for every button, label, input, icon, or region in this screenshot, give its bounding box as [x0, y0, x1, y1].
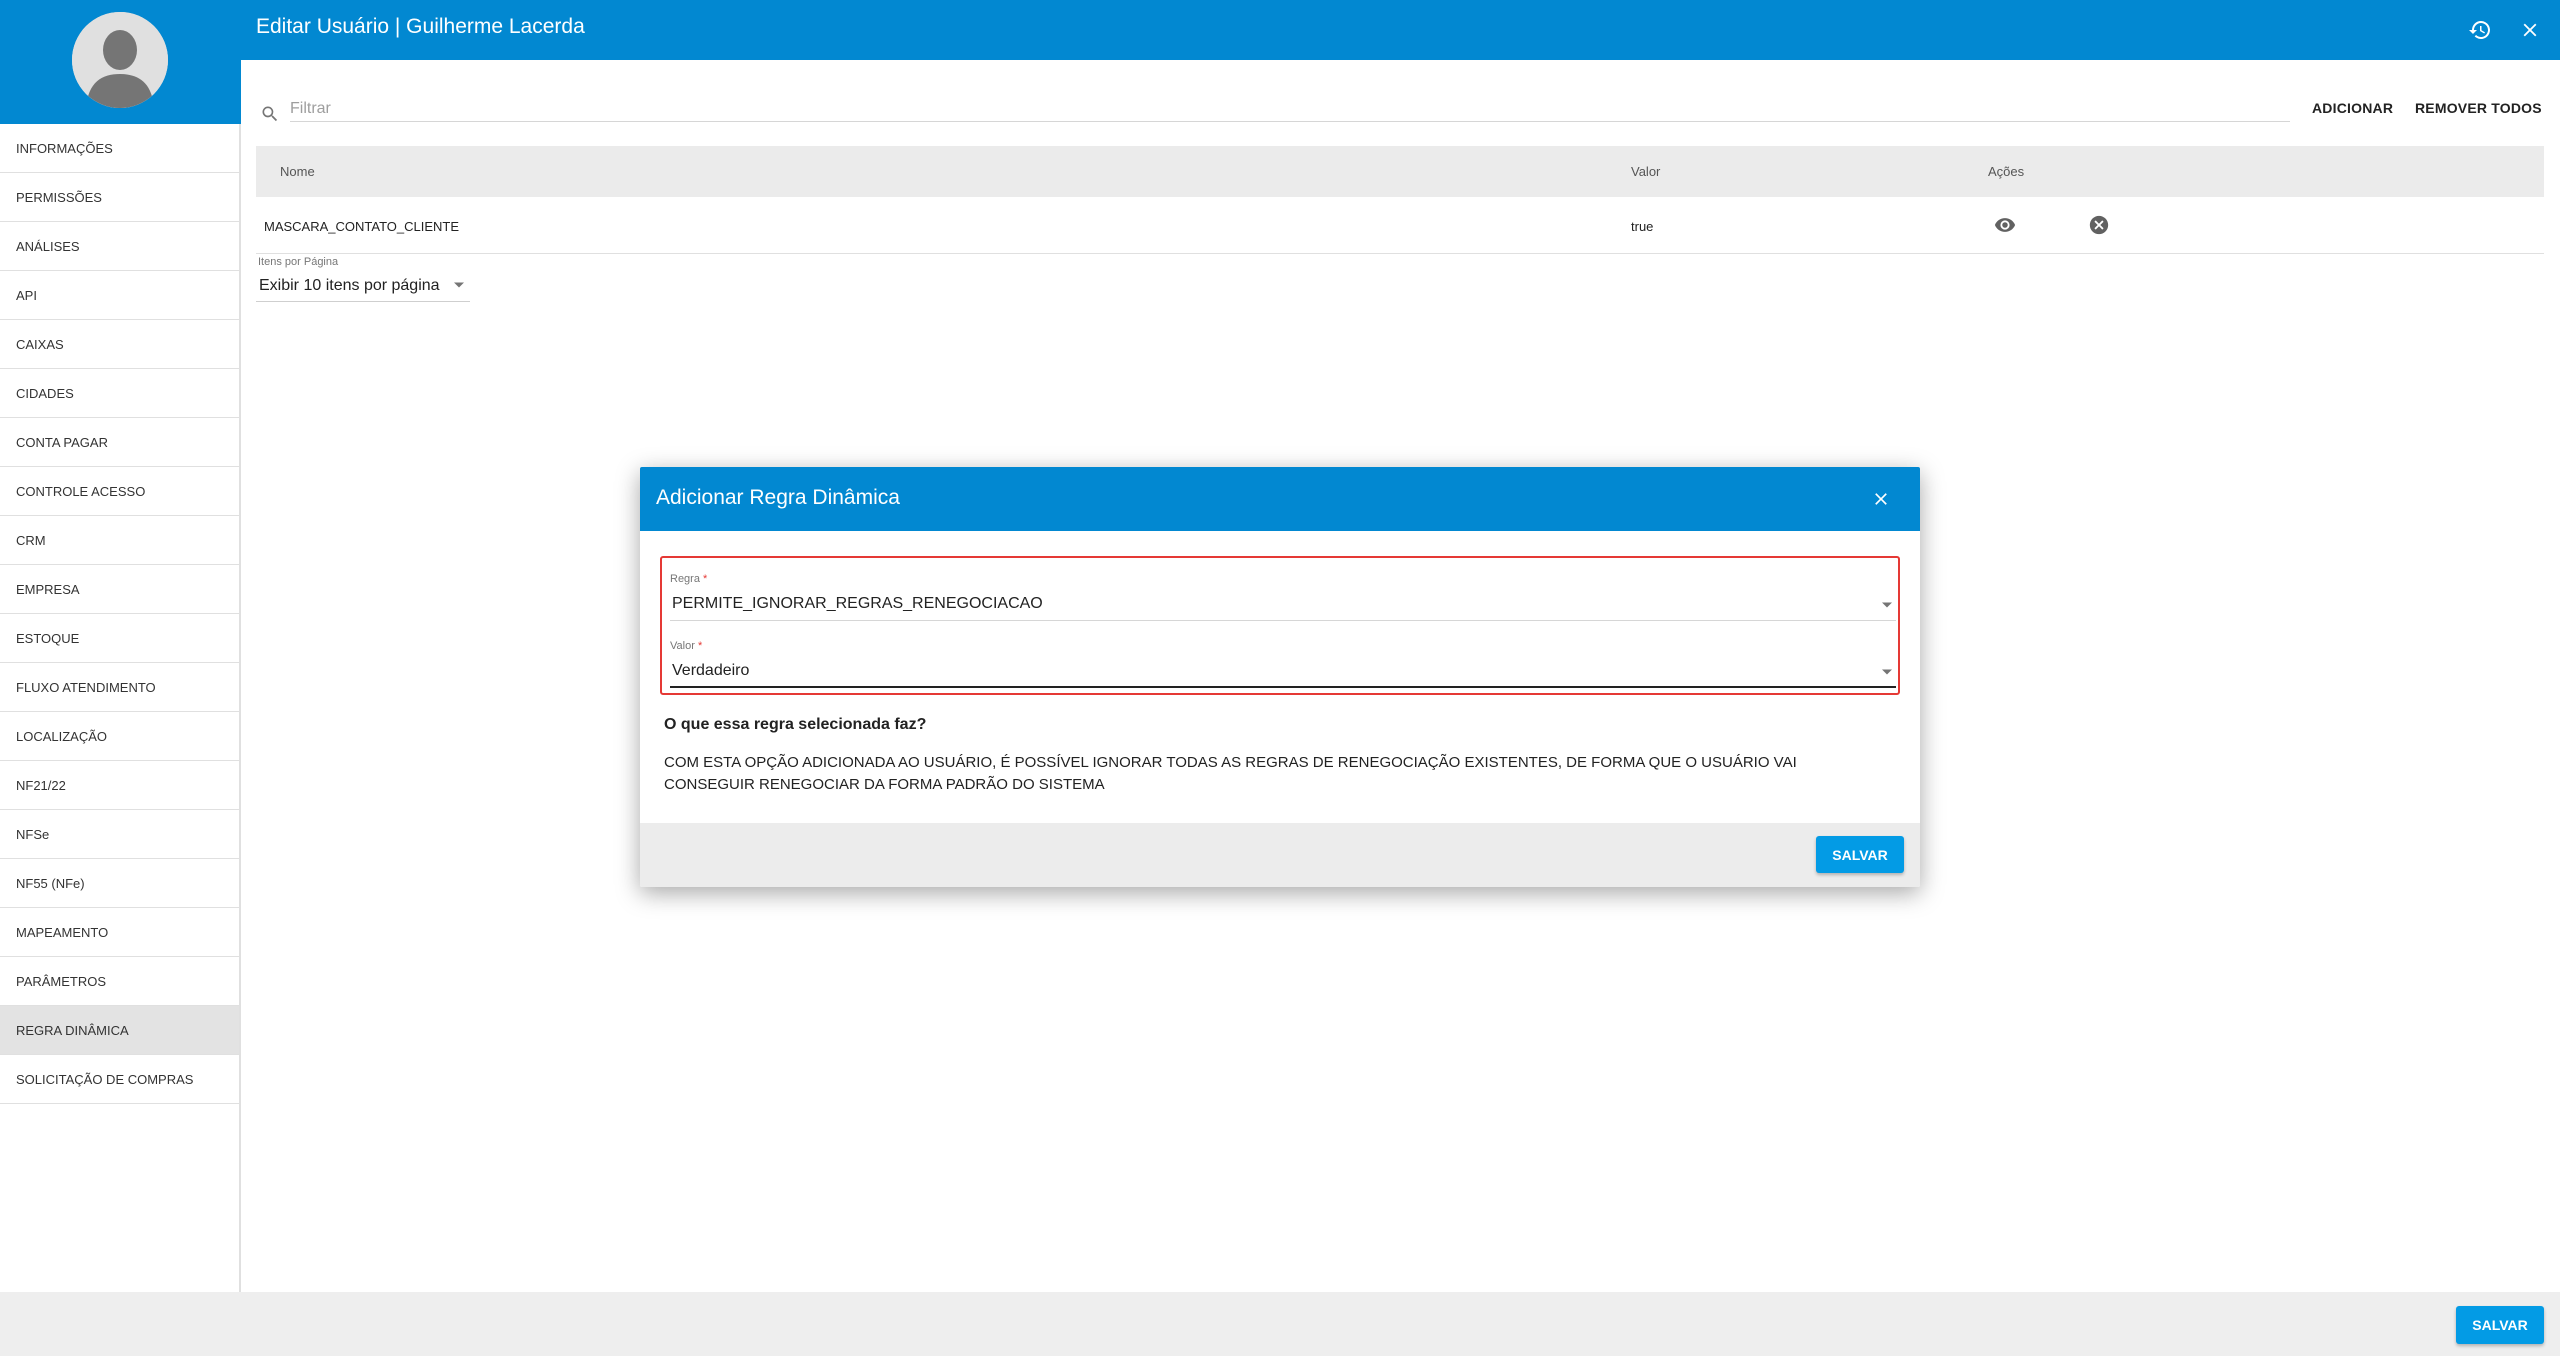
cell-name: MASCARA_CONTATO_CLIENTE	[264, 219, 460, 234]
dialog-footer: SALVAR	[640, 823, 1920, 887]
items-per-page-label: Itens por Página	[258, 256, 339, 268]
chevron-down-icon	[454, 282, 464, 288]
dialog-save-button[interactable]: SALVAR	[1816, 836, 1904, 873]
close-button[interactable]	[2514, 14, 2546, 46]
save-button[interactable]: SALVAR	[2456, 1306, 2544, 1344]
dialog-header: Adicionar Regra Dinâmica	[640, 467, 1920, 531]
sidebar-item-nfse[interactable]: NFSe	[0, 810, 239, 859]
add-rule-dialog: Adicionar Regra Dinâmica Regra * PERMITE…	[640, 467, 1920, 887]
table-header: Nome Valor Ações	[256, 146, 2544, 197]
sidebar-item-localizacao[interactable]: LOCALIZAÇÃO	[0, 712, 239, 761]
sidebar-menu: INFORMAÇÕES PERMISSÕES ANÁLISES API CAIX…	[0, 124, 239, 1104]
dialog-close-button[interactable]	[1867, 485, 1895, 513]
app-header: Editar Usuário | Guilherme Lacerda	[0, 0, 2560, 60]
rules-table: Nome Valor Ações MASCARA_CONTATO_CLIENTE…	[256, 146, 2544, 254]
filter-input[interactable]	[290, 96, 2290, 122]
search-icon	[262, 106, 278, 122]
sidebar-item-permissoes[interactable]: PERMISSÕES	[0, 173, 239, 222]
value-select[interactable]: Verdadeiro	[670, 656, 1896, 688]
value-label-text: Valor	[670, 640, 695, 652]
rule-select-value: PERMITE_IGNORAR_REGRAS_RENEGOCIACAO	[672, 595, 1043, 612]
eye-icon[interactable]	[1994, 214, 2016, 236]
rule-select[interactable]: PERMITE_IGNORAR_REGRAS_RENEGOCIACAO	[670, 589, 1896, 621]
sidebar-item-nf55[interactable]: NF55 (NFe)	[0, 859, 239, 908]
value-label: Valor *	[670, 640, 702, 652]
sidebar-item-nf21-22[interactable]: NF21/22	[0, 761, 239, 810]
column-header-acoes: Ações	[1988, 164, 2025, 179]
remove-circle-icon[interactable]	[2088, 214, 2110, 236]
sidebar-item-regra-dinamica[interactable]: REGRA DINÂMICA	[0, 1006, 239, 1055]
avatar	[72, 12, 168, 108]
sidebar-item-crm[interactable]: CRM	[0, 516, 239, 565]
sidebar: INFORMAÇÕES PERMISSÕES ANÁLISES API CAIX…	[0, 0, 241, 1292]
footer-bar: SALVAR	[0, 1292, 2560, 1356]
add-button[interactable]: ADICIONAR	[2312, 100, 2393, 116]
rule-fields-group: Regra * PERMITE_IGNORAR_REGRAS_RENEGOCIA…	[660, 556, 1900, 695]
column-header-nome[interactable]: Nome	[280, 164, 315, 179]
page-title: Editar Usuário | Guilherme Lacerda	[256, 15, 585, 38]
required-mark: *	[697, 640, 703, 652]
sidebar-item-solicitacao-compras[interactable]: SOLICITAÇÃO DE COMPRAS	[0, 1055, 239, 1104]
column-header-valor[interactable]: Valor	[1631, 164, 1660, 179]
items-per-page-select[interactable]: Exibir 10 itens por página	[256, 272, 470, 302]
rule-label-text: Regra	[670, 573, 700, 585]
avatar-area	[0, 0, 241, 124]
table-row: MASCARA_CONTATO_CLIENTE true	[256, 197, 2544, 254]
sidebar-item-estoque[interactable]: ESTOQUE	[0, 614, 239, 663]
sidebar-item-analises[interactable]: ANÁLISES	[0, 222, 239, 271]
sidebar-item-mapeamento[interactable]: MAPEAMENTO	[0, 908, 239, 957]
sidebar-item-api[interactable]: API	[0, 271, 239, 320]
sidebar-item-fluxo-atendimento[interactable]: FLUXO ATENDIMENTO	[0, 663, 239, 712]
sidebar-item-parametros[interactable]: PARÂMETROS	[0, 957, 239, 1006]
sidebar-item-conta-pagar[interactable]: CONTA PAGAR	[0, 418, 239, 467]
chevron-down-icon	[1882, 602, 1892, 608]
sidebar-item-empresa[interactable]: EMPRESA	[0, 565, 239, 614]
close-icon	[2523, 23, 2537, 37]
sidebar-item-informacoes[interactable]: INFORMAÇÕES	[0, 124, 239, 173]
rule-description: COM ESTA OPÇÃO ADICIONADA AO USUÁRIO, É …	[664, 754, 1797, 793]
items-per-page-value: Exibir 10 itens por página	[259, 277, 440, 294]
chevron-down-icon	[1882, 669, 1892, 675]
dialog-title: Adicionar Regra Dinâmica	[656, 486, 900, 509]
history-icon	[2469, 21, 2490, 39]
rule-label: Regra *	[670, 573, 707, 585]
remove-all-button[interactable]: REMOVER TODOS	[2415, 100, 2542, 116]
rule-question: O que essa regra selecionada faz?	[664, 716, 927, 733]
sidebar-item-caixas[interactable]: CAIXAS	[0, 320, 239, 369]
sidebar-item-controle-acesso[interactable]: CONTROLE ACESSO	[0, 467, 239, 516]
cell-value: true	[1631, 219, 1654, 234]
history-button[interactable]	[2464, 14, 2496, 46]
user-silhouette-icon	[72, 12, 168, 108]
close-icon	[1875, 493, 1887, 505]
filter-bar: ADICIONAR REMOVER TODOS	[256, 96, 2544, 124]
sidebar-item-cidades[interactable]: CIDADES	[0, 369, 239, 418]
required-mark: *	[703, 573, 708, 585]
value-select-value: Verdadeiro	[672, 662, 750, 679]
